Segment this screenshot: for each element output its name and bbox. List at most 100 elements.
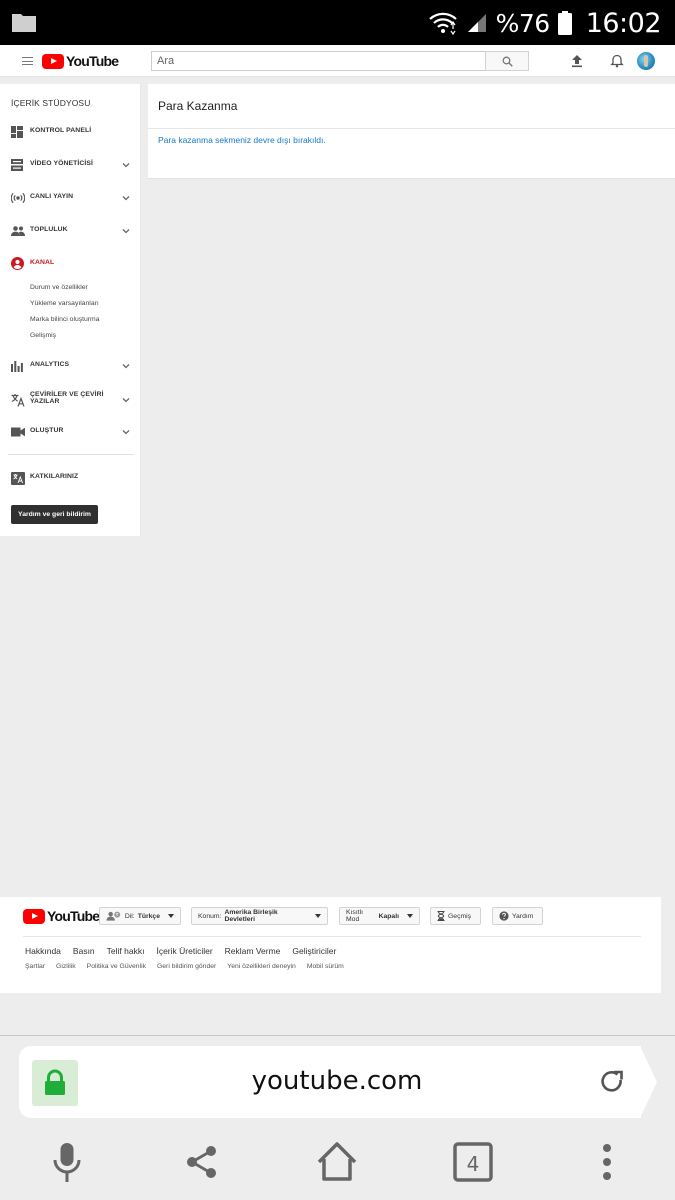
sidebar-item-video-manager[interactable]: VİDEO YÖNETİCİSİ bbox=[0, 155, 141, 175]
sidebar-subitem-branding[interactable]: Marka bilinci oluşturma bbox=[30, 316, 100, 323]
hourglass-icon bbox=[437, 911, 445, 921]
youtube-logo-text: YouTube bbox=[47, 908, 100, 924]
battery-icon bbox=[557, 11, 572, 35]
browser-divider bbox=[0, 1035, 675, 1036]
location-label: Konum: bbox=[198, 912, 222, 920]
footer-link-mobile-version[interactable]: Mobil sürüm bbox=[307, 963, 344, 970]
sidebar-item-analytics[interactable]: ANALYTICS bbox=[0, 356, 141, 376]
sidebar-title: İÇERİK STÜDYOSU bbox=[11, 98, 91, 108]
footer-link-terms[interactable]: Şartlar bbox=[25, 963, 45, 970]
reload-icon[interactable] bbox=[600, 1069, 626, 1097]
microphone-icon[interactable] bbox=[52, 1140, 82, 1185]
home-icon[interactable] bbox=[315, 1140, 359, 1184]
footer-link-developers[interactable]: Geliştiriciler bbox=[292, 946, 336, 956]
upload-icon[interactable] bbox=[569, 53, 585, 69]
history-label: Geçmiş bbox=[448, 912, 472, 920]
share-icon[interactable] bbox=[184, 1144, 220, 1180]
url-bar-arrow bbox=[640, 1046, 657, 1118]
footer-link-send-feedback[interactable]: Geri bildirim gönder bbox=[157, 963, 216, 970]
youtube-logo[interactable]: YouTube bbox=[42, 53, 119, 69]
chevron-down-icon[interactable] bbox=[122, 161, 130, 169]
sidebar-item-label: CANLI YAYIN bbox=[30, 193, 74, 200]
caret-down-icon bbox=[168, 914, 174, 918]
caret-down-icon bbox=[407, 914, 413, 918]
footer-link-about[interactable]: Hakkında bbox=[25, 946, 61, 956]
video-manager-icon bbox=[11, 159, 23, 171]
dashboard-icon bbox=[11, 126, 23, 138]
sidebar-item-contributions[interactable]: KATKILARINIZ bbox=[0, 468, 141, 488]
sidebar-item-community[interactable]: TOPLULUK bbox=[0, 221, 141, 241]
footer-secondary-links: Şartlar Gizlilik Politika ve Güvenlik Ge… bbox=[25, 963, 344, 970]
restricted-mode-label: Kısıtlı Mod bbox=[346, 909, 363, 923]
help-circle-icon bbox=[499, 911, 509, 921]
live-broadcast-icon bbox=[11, 192, 25, 204]
chevron-down-icon[interactable] bbox=[122, 428, 130, 436]
footer-link-advertise[interactable]: Reklam Verme bbox=[225, 946, 281, 956]
footer-youtube-logo[interactable]: YouTube bbox=[23, 908, 100, 924]
status-bar: %76 16:02 bbox=[0, 0, 675, 45]
wifi-icon bbox=[428, 12, 457, 35]
sidebar-item-translations[interactable]: ÇEVİRİLER VE ÇEVİRİ YAZILAR bbox=[0, 386, 141, 412]
channel-icon bbox=[11, 257, 24, 270]
chevron-down-icon[interactable] bbox=[122, 362, 130, 370]
footer-link-creators[interactable]: İçerik Üreticiler bbox=[156, 946, 212, 956]
sidebar-item-live-streaming[interactable]: CANLI YAYIN bbox=[0, 188, 141, 208]
help-label: Yardım bbox=[512, 912, 534, 920]
sidebar-item-label: KONTROL PANELİ bbox=[30, 127, 92, 134]
location-value: Amerika Birleşik Devletleri bbox=[224, 909, 278, 923]
sidebar-subitem-upload-defaults[interactable]: Yükleme varsayılanları bbox=[30, 300, 99, 307]
chevron-down-icon[interactable] bbox=[122, 396, 130, 404]
youtube-play-icon bbox=[42, 53, 64, 69]
chevron-down-icon[interactable] bbox=[122, 227, 130, 235]
language-value: Türkçe bbox=[137, 912, 160, 920]
more-options-icon[interactable] bbox=[600, 1142, 614, 1182]
sidebar-item-label: ÇEVİRİLER VE ÇEVİRİ YAZILAR bbox=[30, 391, 104, 405]
account-avatar[interactable] bbox=[637, 52, 655, 70]
sidebar-subitem-status-features[interactable]: Durum ve özellikler bbox=[30, 284, 88, 291]
tabs-counter-icon[interactable]: 4 bbox=[452, 1141, 494, 1185]
translate-icon bbox=[11, 394, 25, 407]
sidebar-subitem-advanced[interactable]: Gelişmiş bbox=[30, 332, 56, 339]
monetization-panel: Para Kazanma Para kazanma sekmeniz devre… bbox=[148, 84, 675, 179]
create-video-icon bbox=[11, 427, 25, 437]
help-feedback-button[interactable]: Yardım ve geri bildirim bbox=[11, 505, 98, 524]
analytics-icon bbox=[11, 361, 23, 372]
search-icon bbox=[502, 56, 513, 67]
restricted-mode-button[interactable]: Kısıtlı Mod Kapalı bbox=[339, 907, 420, 925]
caret-down-icon bbox=[315, 914, 321, 918]
footer-link-copyright[interactable]: Telif hakkı bbox=[107, 946, 145, 956]
language-picker-button[interactable]: Dil: Türkçe bbox=[99, 907, 181, 925]
history-button[interactable]: Geçmiş bbox=[430, 907, 481, 925]
youtube-play-icon bbox=[23, 908, 45, 924]
footer-link-test-new-features[interactable]: Yeni özellikleri deneyin bbox=[227, 963, 296, 970]
sidebar-item-label: KANAL bbox=[30, 259, 55, 266]
page-title: Para Kazanma bbox=[158, 99, 238, 113]
restricted-mode-value: Kapalı bbox=[378, 912, 399, 920]
secure-connection-indicator[interactable] bbox=[32, 1060, 78, 1106]
notifications-bell-icon[interactable] bbox=[609, 53, 625, 69]
signal-icon bbox=[467, 14, 486, 32]
community-icon bbox=[11, 226, 25, 236]
footer-link-privacy[interactable]: Gizlilik bbox=[56, 963, 76, 970]
footer-link-press[interactable]: Basın bbox=[73, 946, 95, 956]
sidebar-divider bbox=[8, 454, 134, 455]
search-button[interactable] bbox=[485, 51, 529, 71]
creator-studio-sidebar: İÇERİK STÜDYOSU KONTROL PANELİ VİDEO YÖN… bbox=[0, 84, 141, 536]
footer-primary-links: Hakkında Basın Telif hakkı İçerik Üretic… bbox=[25, 946, 336, 956]
url-text[interactable]: youtube.com bbox=[200, 1066, 474, 1096]
location-picker-button[interactable]: Konum: Amerika Birleşik Devletleri bbox=[191, 907, 328, 925]
footer-help-button[interactable]: Yardım bbox=[492, 907, 543, 925]
footer-link-policy-safety[interactable]: Politika ve Güvenlik bbox=[87, 963, 146, 970]
sidebar-item-dashboard[interactable]: KONTROL PANELİ bbox=[0, 122, 141, 142]
sidebar-item-create[interactable]: OLUŞTUR bbox=[0, 422, 141, 442]
sidebar-item-label: TOPLULUK bbox=[30, 226, 68, 233]
menu-icon[interactable] bbox=[22, 57, 33, 65]
title-divider bbox=[148, 128, 675, 129]
search-input[interactable]: Ara bbox=[151, 51, 486, 71]
sidebar-item-channel[interactable]: KANAL bbox=[0, 254, 141, 274]
contributions-icon bbox=[11, 472, 25, 485]
chevron-down-icon[interactable] bbox=[122, 194, 130, 202]
monetization-disabled-message: Para kazanma sekmeniz devre dışı bırakıl… bbox=[158, 135, 326, 145]
footer-divider bbox=[23, 936, 641, 937]
youtube-header: YouTube Ara bbox=[0, 45, 675, 77]
